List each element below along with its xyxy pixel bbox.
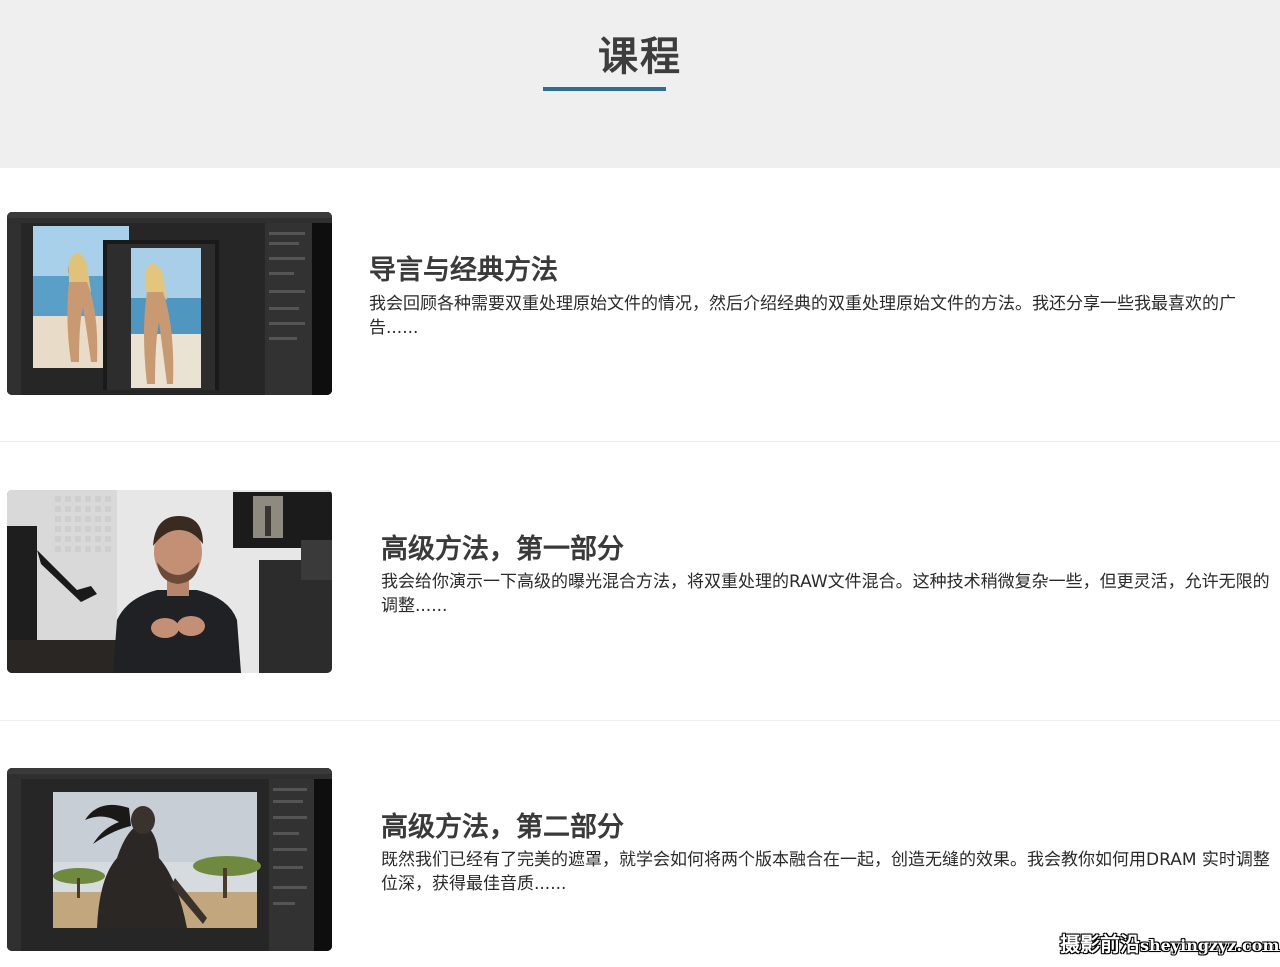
lesson-description: 既然我们已经有了完美的遮罩，就学会如何将两个版本融合在一起，创造无缝的效果。我会… [381, 850, 1270, 894]
lesson-thumbnail[interactable] [7, 768, 332, 951]
lesson-item[interactable]: 高级方法，第一部分 我会给你演示一下高级的曝光混合方法，将双重处理的RAW文件混… [0, 446, 1280, 724]
watermark-latin: sheyingzyz.com [1140, 936, 1280, 955]
lesson-thumbnail[interactable] [7, 212, 332, 395]
lesson-title[interactable]: 高级方法，第一部分 [381, 527, 624, 566]
lesson-item[interactable]: 导言与经典方法 我会回顾各种需要双重处理原始文件的情况，然后介绍经典的双重处理原… [0, 168, 1280, 446]
lesson-description: 我会回顾各种需要双重处理原始文件的情况，然后介绍经典的双重处理原始文件的方法。我… [369, 294, 1236, 338]
lesson-description: 我会给你演示一下高级的曝光混合方法，将双重处理的RAW文件混合。这种技术稍微复杂… [381, 572, 1270, 616]
lesson-title[interactable]: 高级方法，第二部分 [381, 805, 624, 844]
photoshop-screenshot-image [7, 768, 332, 951]
watermark-cn: 摄影前沿 [1060, 932, 1140, 956]
divider [0, 441, 1280, 442]
lesson-title[interactable]: 导言与经典方法 [369, 248, 558, 287]
divider [0, 720, 1280, 721]
instructor-video-image [7, 490, 332, 673]
lesson-thumbnail[interactable] [7, 490, 332, 673]
site-watermark: 摄影前沿sheyingzyz.com [1060, 928, 1279, 958]
page-title: 课程 [598, 34, 682, 80]
courses-header: 课程 [0, 0, 1280, 168]
title-underline [543, 87, 666, 91]
photoshop-screenshot-image [7, 212, 332, 395]
